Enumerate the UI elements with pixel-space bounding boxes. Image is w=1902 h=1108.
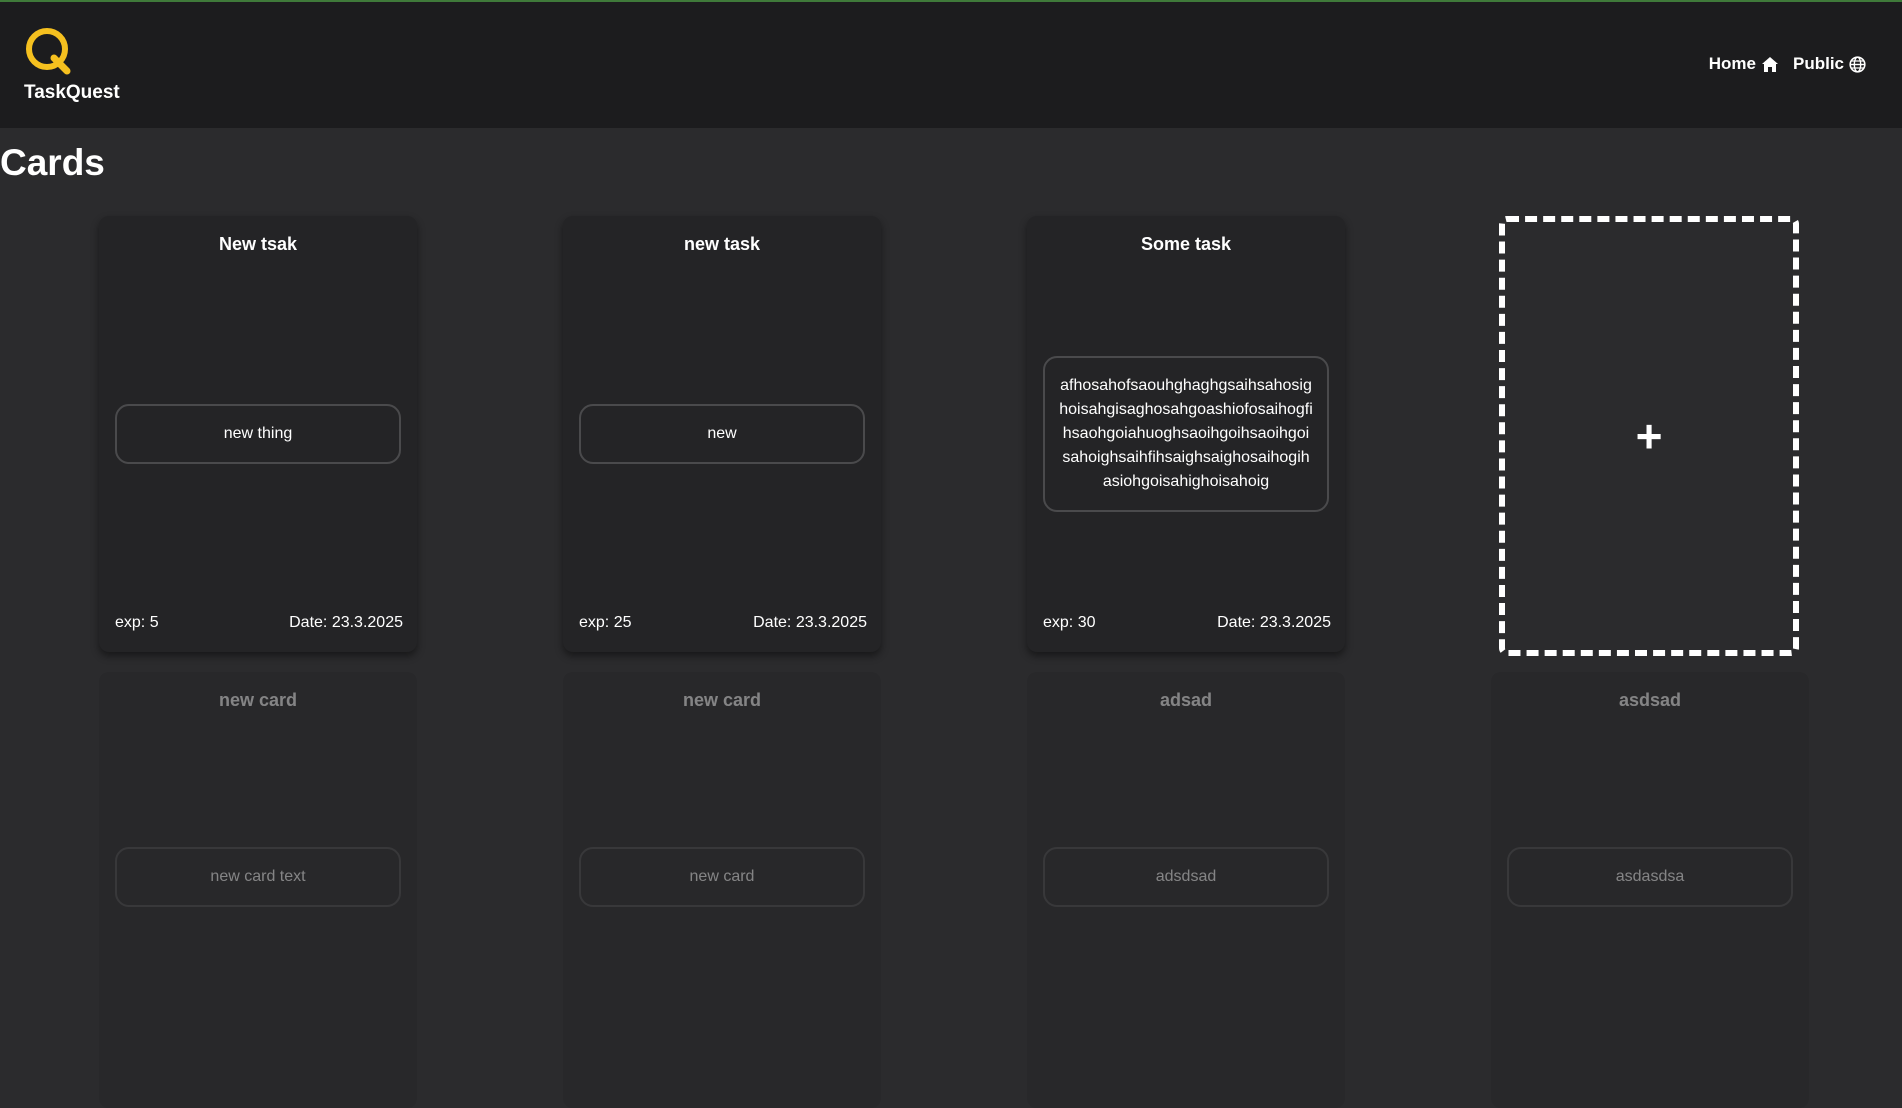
nav-public-label: Public <box>1792 54 1844 73</box>
card-date: Date: 23.3.2025 <box>1217 614 1331 631</box>
faded-card[interactable]: new card new card <box>563 672 881 1108</box>
nav-home-label: Home <box>1708 54 1756 73</box>
task-card[interactable]: New tsak new thing exp: 5 Date: 23.3.202… <box>99 216 417 652</box>
card-exp: exp: 30 <box>1043 614 1096 631</box>
card-date: Date: 23.3.2025 <box>753 614 867 631</box>
card-title: new task <box>683 234 761 254</box>
taskquest-logo-icon <box>26 28 71 75</box>
brand[interactable]: TaskQuest <box>24 26 120 103</box>
page-title: Cards <box>0 142 105 183</box>
card-body: asdasdsa <box>1507 847 1793 907</box>
card-title: asdsad <box>1618 690 1682 710</box>
card-title: new card <box>218 690 298 710</box>
faded-card[interactable]: asdsad asdasdsa <box>1491 672 1809 1108</box>
task-card[interactable]: Some task afhosahofsaouhghaghgsaihsahosi… <box>1027 216 1345 652</box>
card-footer: exp: 5 Date: 23.3.2025 <box>115 614 403 632</box>
faded-card[interactable]: new card new card text <box>99 672 417 1108</box>
nav-home-link[interactable]: Home <box>1709 54 1779 74</box>
card-title: adsad <box>1159 690 1213 710</box>
card-body: new thing <box>115 404 401 464</box>
card-footer: exp: 30 Date: 23.3.2025 <box>1043 614 1331 632</box>
add-card-button[interactable]: + <box>1499 216 1799 656</box>
card-title: New tsak <box>218 234 298 254</box>
card-date: Date: 23.3.2025 <box>289 614 403 631</box>
card-footer: exp: 25 Date: 23.3.2025 <box>579 614 867 632</box>
nav-public-link[interactable]: Public <box>1793 54 1866 74</box>
card-body: adsdsad <box>1043 847 1329 907</box>
card-body: new <box>579 404 865 464</box>
card-body: new card <box>579 847 865 907</box>
nav-links: Home Public <box>1709 54 1866 74</box>
task-card[interactable]: new task new exp: 25 Date: 23.3.2025 <box>563 216 881 652</box>
card-exp: exp: 25 <box>579 614 632 631</box>
app-name: TaskQuest <box>24 82 120 103</box>
card-title: Some task <box>1140 234 1232 254</box>
home-icon <box>1761 56 1778 72</box>
card-body: new card text <box>115 847 401 907</box>
card-body: afhosahofsaouhghaghgsaihsahosighoisahgis… <box>1043 356 1329 512</box>
globe-icon <box>1849 55 1866 73</box>
navbar: TaskQuest Home Public <box>0 2 1902 128</box>
card-exp: exp: 5 <box>115 614 159 631</box>
card-title: new card <box>682 690 762 710</box>
plus-icon: + <box>1635 410 1663 462</box>
faded-card[interactable]: adsad adsdsad <box>1027 672 1345 1108</box>
